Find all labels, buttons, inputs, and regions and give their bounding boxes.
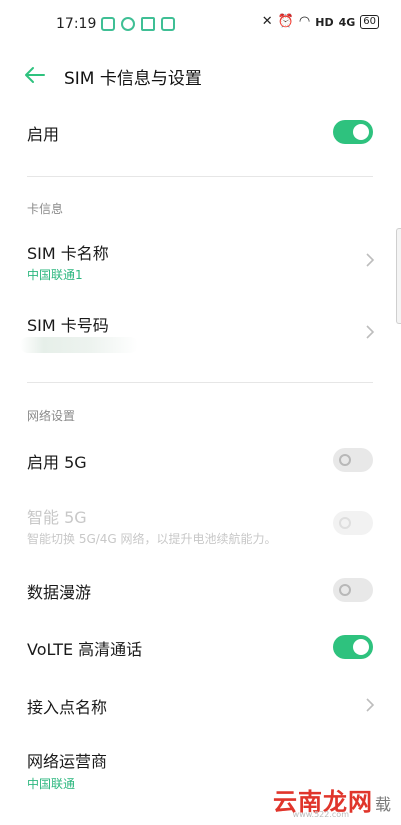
message-notification-icon (101, 17, 115, 31)
page-title: SIM 卡信息与设置 (64, 69, 202, 89)
smart-5g-toggle (333, 511, 373, 535)
sim-number-redacted (20, 337, 138, 353)
data-roaming-toggle[interactable] (333, 578, 373, 602)
toggle-knob (339, 584, 351, 596)
volte-toggle[interactable] (333, 635, 373, 659)
smart-5g-description: 智能切换 5G/4G 网络，以提升电池续航能力。 (27, 532, 277, 546)
toggle-knob (339, 454, 351, 466)
smart-5g-label: 智能 5G (27, 508, 87, 527)
app-notification-icon (121, 17, 135, 31)
data-roaming-row[interactable]: 数据漫游 (0, 570, 401, 610)
alarm-icon: ⏰ (277, 14, 294, 29)
watermark-url: www.522.com (292, 810, 349, 819)
scroll-indicator[interactable] (396, 228, 401, 324)
data-roaming-label: 数据漫游 (27, 583, 92, 602)
chevron-right-icon (366, 698, 375, 712)
sim-name-value: 中国联通1 (27, 268, 83, 282)
watermark-side: 载 (374, 795, 391, 814)
status-time: 17:19 (56, 16, 97, 32)
apn-row[interactable]: 接入点名称 (0, 685, 401, 725)
vibrate-icon: ✕ (261, 14, 273, 29)
sim-number-label: SIM 卡号码 (27, 316, 109, 335)
chevron-right-icon (366, 325, 375, 339)
system-icons: ✕ ⏰ ◠ HD 4G 60 (262, 14, 379, 30)
arrow-left-icon[interactable] (22, 62, 48, 88)
divider (27, 176, 373, 177)
toggle-knob (353, 124, 369, 140)
store-notification-icon (161, 17, 175, 31)
watermark: 云南龙网载 www.522.com (273, 782, 391, 819)
sim-number-row[interactable]: SIM 卡号码 (0, 308, 401, 358)
sim-name-row[interactable]: SIM 卡名称 中国联通1 (0, 236, 401, 286)
chevron-right-icon (366, 253, 375, 267)
video-notification-icon (141, 17, 155, 31)
enable-5g-label: 启用 5G (27, 453, 87, 472)
enable-row[interactable]: 启用 (0, 112, 401, 152)
sim-name-label: SIM 卡名称 (27, 244, 109, 263)
toggle-knob (339, 517, 351, 529)
card-info-section-title: 卡信息 (27, 202, 64, 216)
enable-label: 启用 (27, 125, 60, 144)
enable-toggle[interactable] (333, 120, 373, 144)
volte-row[interactable]: VoLTE 高清通话 (0, 627, 401, 667)
hd-indicator: HD (315, 15, 334, 29)
app-header: SIM 卡信息与设置 (0, 52, 401, 98)
status-bar: 17:19 ✕ ⏰ ◠ HD 4G 60 (0, 0, 401, 50)
volte-label: VoLTE 高清通话 (27, 640, 143, 659)
apn-label: 接入点名称 (27, 698, 108, 717)
enable-5g-toggle[interactable] (333, 448, 373, 472)
signal-indicator: 4G (338, 15, 356, 29)
enable-5g-row[interactable]: 启用 5G (0, 440, 401, 480)
wifi-icon: ◠ (298, 14, 311, 29)
divider (27, 382, 373, 383)
sim-settings-screen: 17:19 ✕ ⏰ ◠ HD 4G 60 SIM 卡信息与设置 启用 卡信息 S… (0, 0, 401, 825)
battery-icon: 60 (360, 15, 379, 29)
network-operator-value: 中国联通 (27, 777, 76, 791)
network-section-title: 网络设置 (27, 409, 76, 423)
network-operator-label: 网络运营商 (27, 752, 108, 771)
smart-5g-row: 智能 5G 智能切换 5G/4G 网络，以提升电池续航能力。 (0, 496, 401, 552)
toggle-knob (353, 639, 369, 655)
